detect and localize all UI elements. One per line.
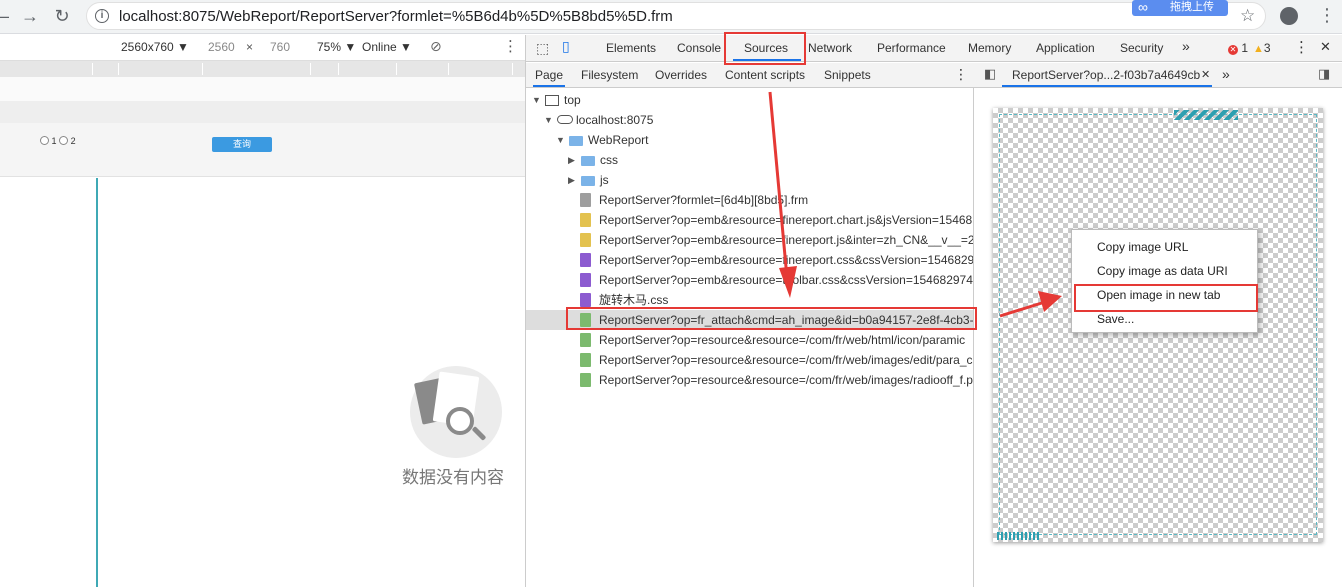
annotation-arrows (768, 91, 1062, 318)
arrow-down-line (768, 91, 789, 279)
arrow-down-head (779, 266, 797, 298)
arrow-right-head (1038, 291, 1062, 312)
arrow-right-line (999, 300, 1046, 318)
